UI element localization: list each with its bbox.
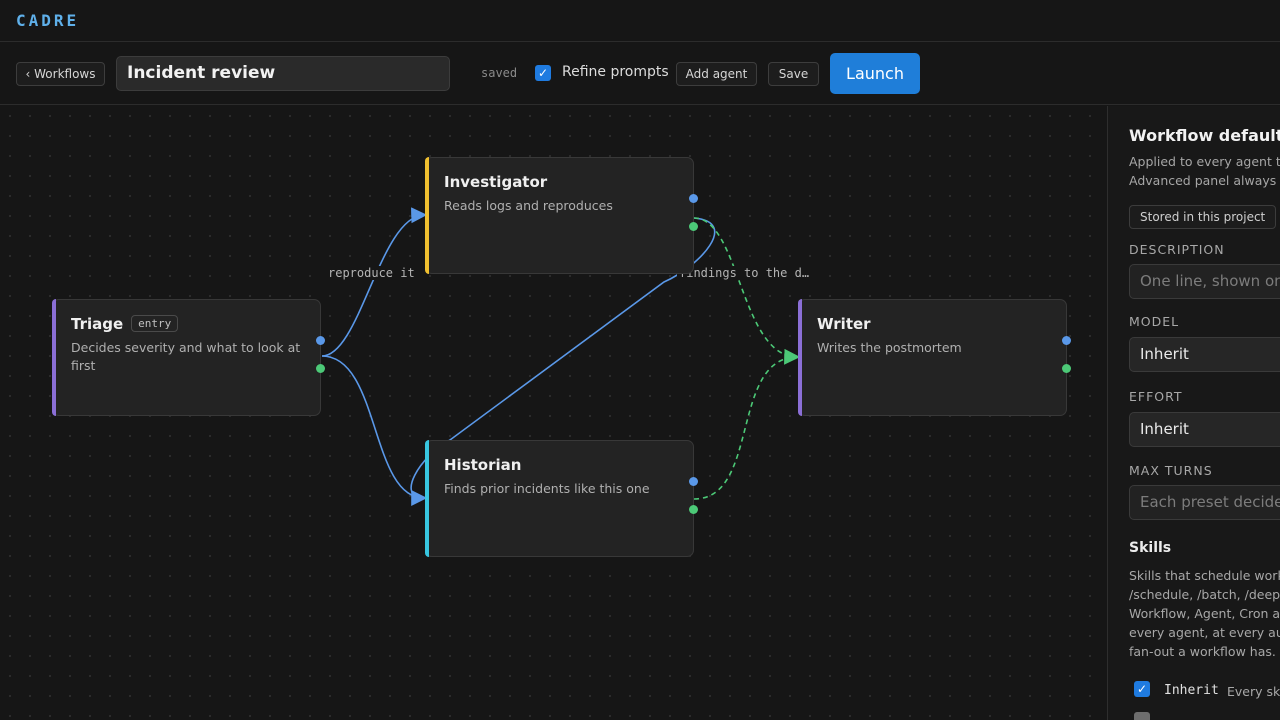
- description-input[interactable]: One line, shown on: [1129, 264, 1280, 299]
- refine-prompts-label: Refine prompts: [562, 64, 669, 80]
- edge-label-reproduce: reproduce it: [326, 266, 417, 280]
- effort-label: EFFORT: [1129, 389, 1183, 404]
- input-port[interactable]: [316, 336, 325, 345]
- launch-button[interactable]: Launch: [830, 53, 920, 94]
- node-description: Reads logs and reproduces: [444, 198, 613, 213]
- workflow-defaults-panel: Workflow defaults Applied to every agent…: [1107, 106, 1280, 720]
- node-description: Decides severity and what to look at fir…: [71, 340, 301, 373]
- input-port[interactable]: [1062, 336, 1071, 345]
- inherit-skills-label: Inherit: [1164, 683, 1219, 698]
- edge-triage-investigator: [321, 207, 428, 357]
- inherit-skills-description: Every skil: [1227, 684, 1280, 699]
- skills-heading: Skills: [1129, 540, 1172, 556]
- effort-select[interactable]: Inherit: [1129, 412, 1280, 447]
- panel-subtitle-line: Applied to every agent th: [1129, 154, 1280, 169]
- save-status: saved: [481, 66, 518, 80]
- edge-label-findings: findings to the d…: [677, 266, 812, 280]
- app-logo: CADRE: [16, 11, 80, 30]
- add-agent-button[interactable]: Add agent: [676, 62, 757, 86]
- max-turns-input[interactable]: Each preset decides: [1129, 485, 1280, 520]
- description-label: DESCRIPTION: [1129, 242, 1225, 257]
- node-color-bar: [52, 299, 56, 416]
- edge-triage-historian: [321, 355, 428, 506]
- storage-scope-pill[interactable]: Stored in this project: [1129, 205, 1277, 229]
- model-select[interactable]: Inherit: [1129, 337, 1280, 372]
- top-bar: CADRE: [0, 0, 1280, 42]
- node-title: Writer: [817, 315, 871, 333]
- agent-node-historian[interactable]: Historian Finds prior incidents like thi…: [425, 440, 698, 557]
- node-title: Investigator: [444, 173, 548, 191]
- inherit-skills-checkbox[interactable]: ✓: [1134, 681, 1150, 697]
- node-title: Historian: [444, 456, 522, 474]
- agent-node-triage[interactable]: Triage entry Decides severity and what to…: [52, 299, 325, 416]
- back-to-workflows-button[interactable]: ‹ Workflows: [16, 62, 105, 86]
- output-port[interactable]: [689, 505, 698, 514]
- panel-title: Workflow defaults: [1129, 126, 1280, 145]
- agent-node-investigator[interactable]: Investigator Reads logs and reproduces: [425, 157, 698, 274]
- output-port[interactable]: [316, 364, 325, 373]
- node-color-bar: [425, 157, 429, 274]
- skills-description-line: Workflow, Agent, Cron an: [1129, 606, 1280, 621]
- workflow-name-input[interactable]: Incident review: [116, 56, 450, 91]
- entry-badge: entry: [131, 315, 179, 332]
- output-port[interactable]: [689, 222, 698, 231]
- refine-prompts-checkbox[interactable]: ✓: [535, 65, 551, 81]
- node-title: Triage entry: [71, 315, 179, 333]
- node-description: Finds prior incidents like this one: [444, 481, 650, 496]
- panel-subtitle-line: Advanced panel always w: [1129, 173, 1280, 188]
- max-turns-label: MAX TURNS: [1129, 463, 1213, 478]
- skills-description-line: fan-out a workflow has.: [1129, 644, 1276, 659]
- edge-historian-writer: [693, 356, 798, 500]
- output-port[interactable]: [1062, 364, 1071, 373]
- workflow-toolbar: ‹ Workflows Incident review saved ✓ Refi…: [0, 43, 1280, 105]
- workflow-canvas[interactable]: reproduce it findings to the d… Triage en…: [0, 106, 1106, 720]
- save-button[interactable]: Save: [768, 62, 819, 86]
- edge-investigator-writer: [693, 217, 801, 365]
- skills-description-line: every agent, at every auto: [1129, 625, 1280, 640]
- skill-checkbox[interactable]: [1134, 712, 1150, 720]
- node-description: Writes the postmortem: [817, 340, 962, 355]
- node-color-bar: [798, 299, 802, 416]
- skills-description-line: Skills that schedule work: [1129, 568, 1280, 583]
- agent-node-writer[interactable]: Writer Writes the postmortem: [798, 299, 1071, 416]
- skills-description-line: /schedule, /batch, /deep-: [1129, 587, 1280, 602]
- input-port[interactable]: [689, 194, 698, 203]
- input-port[interactable]: [689, 477, 698, 486]
- node-color-bar: [425, 440, 429, 557]
- model-label: MODEL: [1129, 314, 1180, 329]
